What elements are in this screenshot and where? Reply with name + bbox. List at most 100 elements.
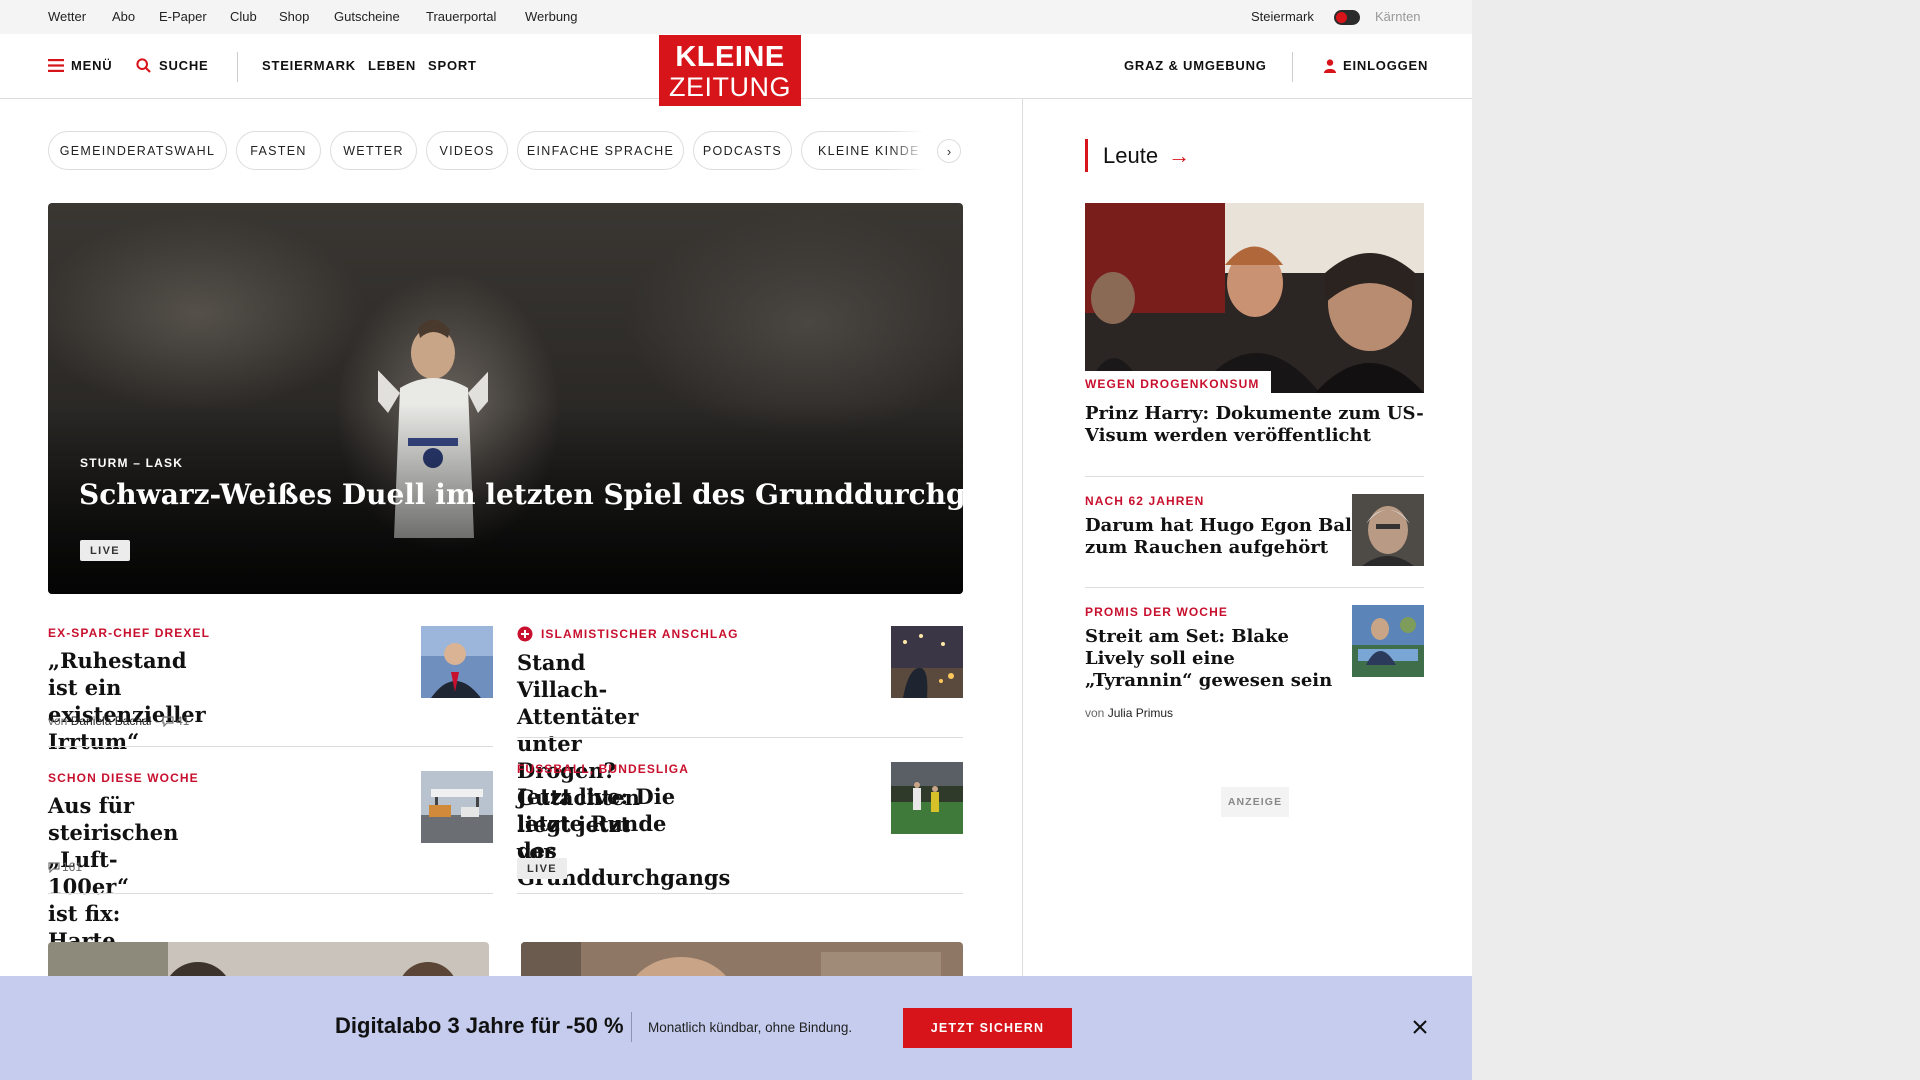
region-kaernten-label[interactable]: Kärnten xyxy=(1375,9,1421,24)
sidebar-title-line: Visum werden veröffentlicht xyxy=(1085,425,1371,446)
nav-sport[interactable]: SPORT xyxy=(428,58,477,73)
author-prefix: von xyxy=(48,714,68,728)
promo-cta-button[interactable]: JETZT SICHERN xyxy=(903,1008,1072,1048)
nav-steiermark[interactable]: STEIERMARK xyxy=(262,58,356,73)
live-badge: LIVE xyxy=(517,858,568,879)
util-link-shop[interactable]: Shop xyxy=(279,9,309,24)
teaser-title-line: „Ruhestand ist ein xyxy=(48,648,187,700)
chip-gemeinderatswahl[interactable]: GEMEINDERATSWAHL xyxy=(48,131,227,170)
divider xyxy=(48,746,493,747)
chip-fasten[interactable]: FASTEN xyxy=(236,131,321,170)
region-steiermark-label[interactable]: Steiermark xyxy=(1251,9,1314,24)
login-button[interactable]: EINLOGGEN xyxy=(1324,58,1428,73)
page: Wetter Abo E-Paper Club Shop Gutscheine … xyxy=(0,0,1472,1080)
search-button[interactable]: SUCHE xyxy=(136,58,209,73)
nav-graz-umgebung[interactable]: GRAZ & UMGEBUNG xyxy=(1124,58,1267,73)
utility-bar: Wetter Abo E-Paper Club Shop Gutscheine … xyxy=(0,0,1472,34)
hero-article[interactable]: STURM – LASK Schwarz-Weißes Duell im let… xyxy=(48,203,963,594)
sidebar-thumbnail xyxy=(1352,605,1424,677)
teaser-thumbnail xyxy=(421,626,493,698)
author-prefix: von xyxy=(1085,706,1105,720)
sidebar-title-line: Lively soll eine xyxy=(1085,648,1235,669)
teaser-kicker: FUSSBALL, BUNDESLIGA xyxy=(517,762,689,776)
menu-label: MENÜ xyxy=(71,58,113,73)
sidebar-title-line: Streit am Set: Blake xyxy=(1085,626,1289,647)
search-icon xyxy=(136,58,151,73)
teaser-meta: 161 xyxy=(48,860,82,874)
author-name[interactable]: Daniela Bachal xyxy=(71,714,152,728)
teaser-kicker: EX-SPAR-CHEF DREXEL xyxy=(48,626,211,640)
util-link-club[interactable]: Club xyxy=(230,9,257,24)
util-link-werbung[interactable]: Werbung xyxy=(525,9,578,24)
promo-subtitle: Monatlich kündbar, ohne Bindung. xyxy=(648,1020,853,1035)
teaser-kicker: ISLAMISTISCHER ANSCHLAG xyxy=(517,626,739,642)
teaser-kicker-text: ISLAMISTISCHER ANSCHLAG xyxy=(541,627,739,641)
hero-title: Schwarz-Weißes Duell im letzten Spiel de… xyxy=(79,478,963,511)
sidebar-title-line: „Tyrannin“ gewesen sein xyxy=(1085,670,1333,691)
chip-scroll-right-button[interactable]: › xyxy=(937,139,961,163)
promo-title: Digitalabo 3 Jahre für -50 % xyxy=(335,1013,624,1038)
logo-line-2: ZEITUNG xyxy=(669,72,791,102)
main-header: MENÜ SUCHE STEIERMARK LEBEN SPORT KLEINE… xyxy=(0,34,1472,106)
login-label: EINLOGGEN xyxy=(1343,58,1429,73)
comment-icon xyxy=(162,715,174,727)
toggle-knob xyxy=(1336,12,1347,23)
sidebar-thumbnail xyxy=(1352,494,1424,566)
teaser-thumbnail xyxy=(421,771,493,843)
nav-leben[interactable]: LEBEN xyxy=(368,58,416,73)
util-link-gutscheine[interactable]: Gutscheine xyxy=(334,9,400,24)
util-link-wetter[interactable]: Wetter xyxy=(48,9,86,24)
sidebar-kicker: WEGEN DROGENKONSUM xyxy=(1085,371,1272,394)
author-name[interactable]: Julia Primus xyxy=(1108,706,1173,720)
chip-einfache-sprache[interactable]: EINFACHE SPRACHE xyxy=(517,131,684,170)
site-logo[interactable]: KLEINE ZEITUNG xyxy=(659,35,801,106)
sidebar-kicker: PROMIS DER WOCHE xyxy=(1085,605,1228,619)
teaser-title-line: Stand Villach-Attentäter unter xyxy=(517,650,639,756)
util-link-trauerportal[interactable]: Trauerportal xyxy=(426,9,496,24)
header-divider xyxy=(237,52,238,82)
sidebar-kicker: NACH 62 JAHREN xyxy=(1085,494,1205,508)
teaser-title-line: Aus für steirischen „Luft-100er“ xyxy=(48,793,179,899)
sidebar-title-line: Prinz Harry: Dokumente zum US- xyxy=(1085,403,1424,424)
sidebar-title-line: Darum hat Hugo Egon Balder xyxy=(1085,515,1386,536)
teaser-thumbnail xyxy=(891,762,963,834)
plus-badge-icon xyxy=(517,626,533,642)
sidebar-title: Prinz Harry: Dokumente zum US- Visum wer… xyxy=(1085,403,1424,447)
chip-podcasts[interactable]: PODCASTS xyxy=(693,131,792,170)
header-divider-right xyxy=(1292,52,1293,82)
comment-count: 41 xyxy=(176,714,190,728)
search-label: SUCHE xyxy=(159,58,209,73)
teaser-title: „Ruhestand ist ein existenzieller Irrtum… xyxy=(48,647,206,755)
divider xyxy=(517,737,963,738)
divider xyxy=(1085,476,1424,477)
region-toggle[interactable] xyxy=(1334,10,1360,25)
chip-wetter[interactable]: WETTER xyxy=(330,131,417,170)
chevron-right-icon: › xyxy=(946,143,952,159)
arrow-right-icon: → xyxy=(1168,142,1191,168)
hamburger-icon xyxy=(48,59,64,72)
close-icon xyxy=(1413,1020,1427,1034)
live-badge: LIVE xyxy=(80,540,131,561)
chip-fade xyxy=(890,131,940,171)
util-link-epaper[interactable]: E-Paper xyxy=(159,9,207,24)
sidebar-heading-text: Leute xyxy=(1103,142,1159,168)
util-link-abo[interactable]: Abo xyxy=(112,9,135,24)
menu-button[interactable]: MENÜ xyxy=(48,58,112,73)
sidebar-title-line: zum Rauchen aufgehört xyxy=(1085,537,1329,558)
divider xyxy=(48,893,493,894)
sidebar-title: Streit am Set: Blake Lively soll eine „T… xyxy=(1085,626,1332,692)
logo-line-1: KLEINE xyxy=(675,41,785,73)
divider xyxy=(517,893,963,894)
sidebar-heading-leute[interactable]: Leute → xyxy=(1085,139,1190,172)
column-divider xyxy=(1022,99,1023,979)
teaser-kicker: SCHON DIESE WOCHE xyxy=(48,771,199,785)
comment-count: 161 xyxy=(62,860,83,874)
divider xyxy=(1085,587,1424,588)
promo-divider xyxy=(631,1012,632,1042)
chip-videos[interactable]: VIDEOS xyxy=(426,131,508,170)
hero-kicker: STURM – LASK xyxy=(80,456,184,470)
subscription-promo-bar: Digitalabo 3 Jahre für -50 % Monatlich k… xyxy=(0,976,1472,1080)
promo-close-button[interactable] xyxy=(1409,1016,1431,1038)
sidebar-article-image xyxy=(1085,203,1424,393)
user-icon xyxy=(1324,58,1336,73)
